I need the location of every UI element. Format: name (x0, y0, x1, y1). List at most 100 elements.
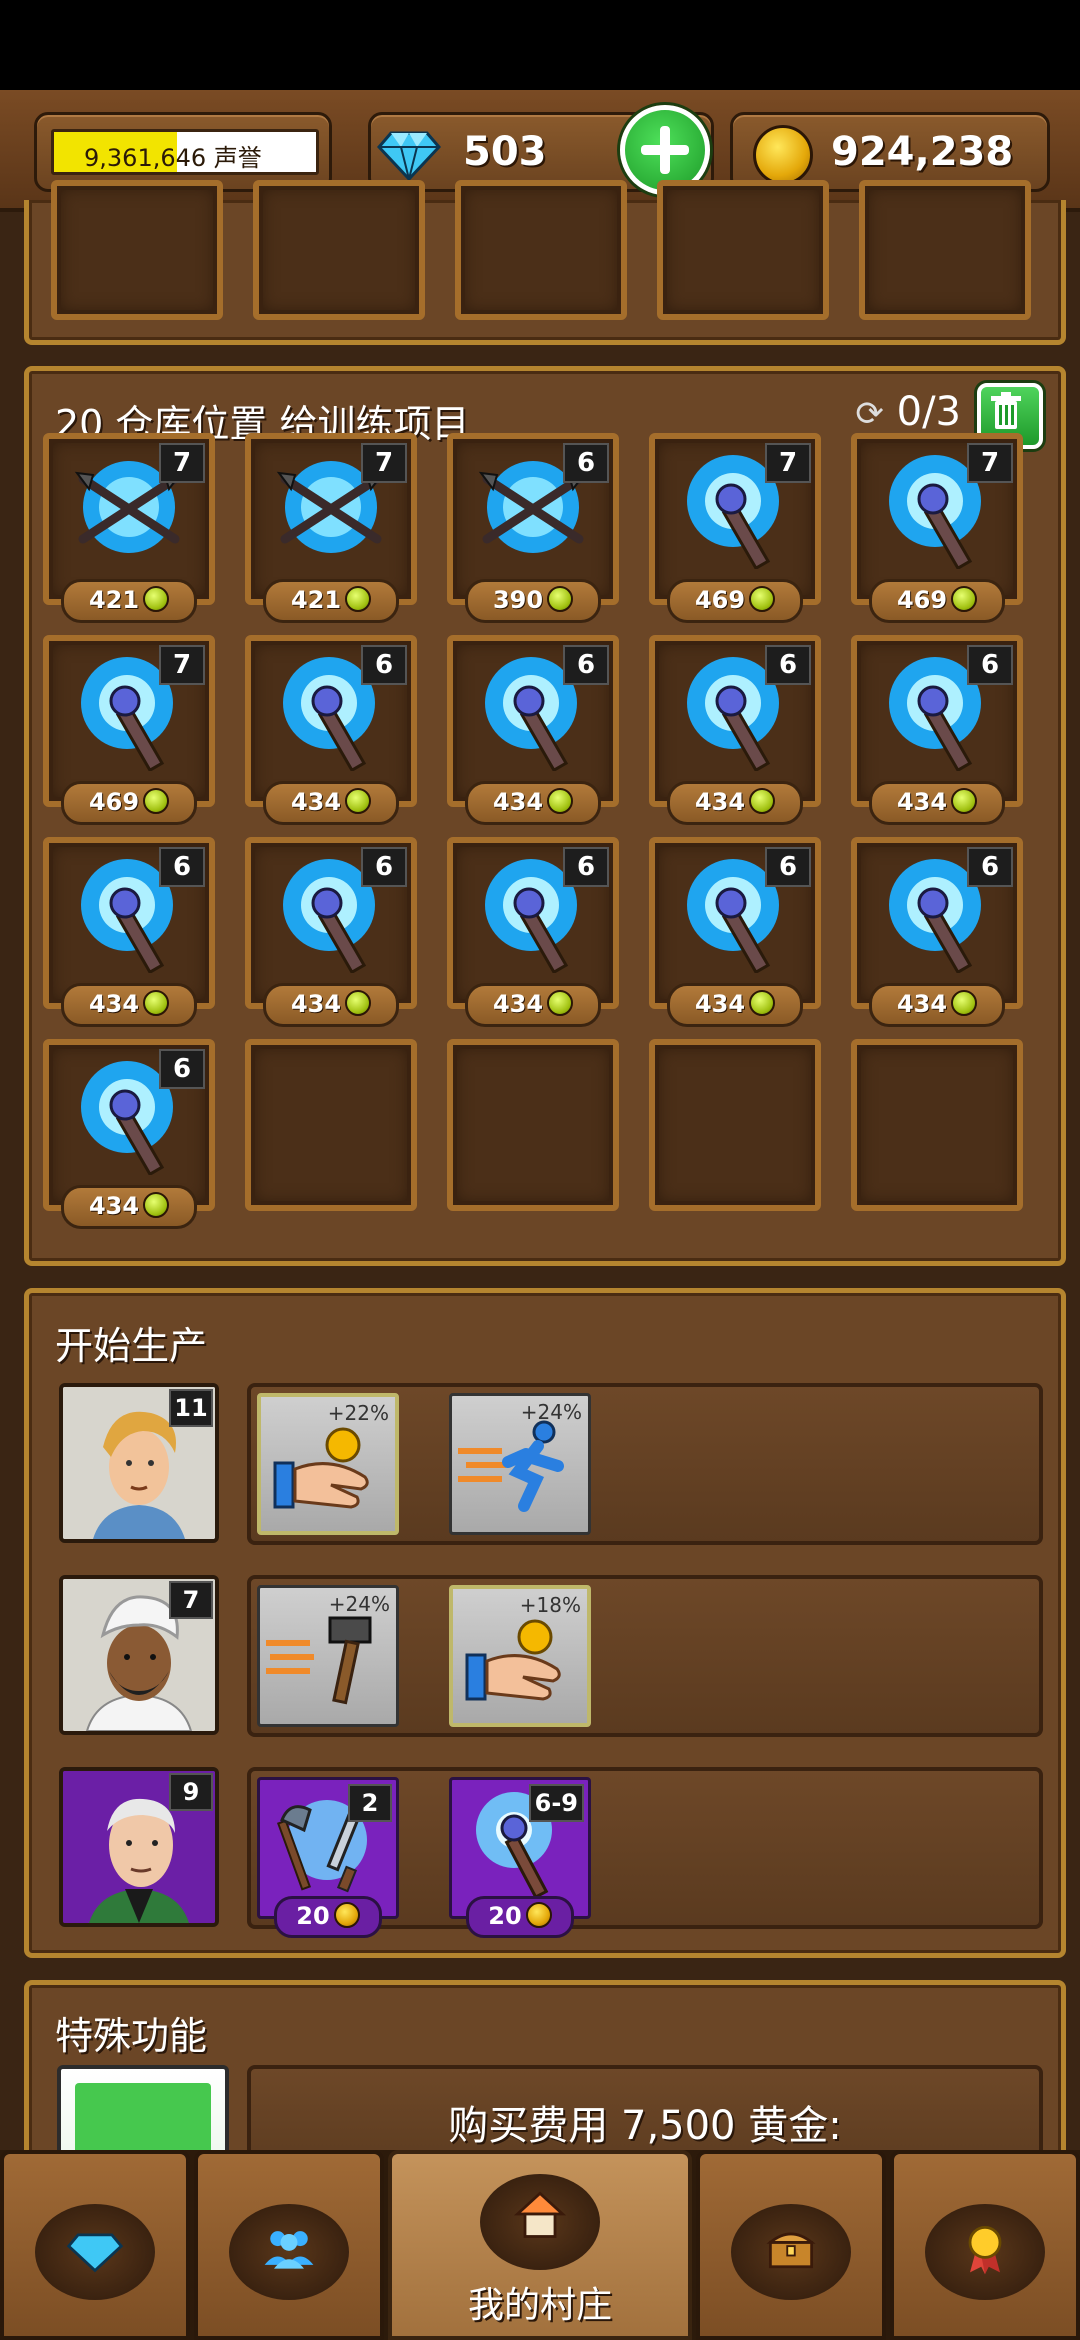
item-level: 7 (361, 443, 407, 483)
coin-icon (951, 586, 978, 612)
treasure-chest-icon (766, 2232, 816, 2269)
coin-icon (143, 586, 170, 612)
item-price-value: 421 (88, 586, 140, 614)
empty-slot[interactable] (859, 180, 1031, 320)
item-price: 434 (667, 781, 803, 825)
worker-level: 11 (169, 1389, 213, 1427)
coin-icon (547, 990, 574, 1016)
craft-magic-staff[interactable]: 6-9 20 (449, 1777, 591, 1938)
coin-icon (143, 990, 170, 1016)
empty-slot[interactable] (447, 1039, 619, 1211)
fame-progress-bar: 9,361,646 声誉 (51, 129, 319, 175)
nav-chest[interactable] (696, 2150, 886, 2340)
storage-item-magic-staff[interactable]: 6 434 (851, 837, 1023, 1027)
bottom-nav: 我的村庄 (0, 2150, 1080, 2340)
item-price-value: 434 (896, 990, 948, 1018)
empty-slot[interactable] (245, 1039, 417, 1211)
skill-coin-hand[interactable]: +18% (449, 1585, 591, 1727)
storage-item-magic-staff[interactable]: 6 434 (245, 635, 417, 825)
coin-icon (345, 586, 372, 612)
craft-axe-sword[interactable]: 2 20 (257, 1777, 399, 1938)
worker-skill-track: +22% +24% (247, 1383, 1043, 1545)
empty-slot[interactable] (51, 180, 223, 320)
gold-coin-icon (753, 125, 813, 185)
empty-slot[interactable] (253, 180, 425, 320)
item-price-value: 469 (896, 586, 948, 614)
item-level: 7 (159, 645, 205, 685)
storage-item-magic-staff[interactable]: 6 434 (447, 635, 619, 825)
worker-portrait-blond[interactable]: 11 (59, 1383, 219, 1543)
item-level: 6 (563, 847, 609, 887)
empty-slot[interactable] (649, 1039, 821, 1211)
skill-coin-hand[interactable]: +22% (257, 1393, 399, 1535)
item-level: 6 (361, 847, 407, 887)
storage-item-crossed-spears[interactable]: 6 390 (447, 433, 619, 623)
storage-item-magic-staff[interactable]: 6 434 (649, 837, 821, 1027)
status-bar-area (0, 0, 1080, 90)
skill-bonus: +24% (328, 1592, 390, 1616)
item-price: 434 (263, 983, 399, 1027)
item-price: 434 (61, 983, 197, 1027)
storage-item-magic-staff[interactable]: 7 469 (851, 433, 1023, 623)
empty-slot[interactable] (455, 180, 627, 320)
skill-speed[interactable]: +24% (449, 1393, 591, 1535)
gem-count: 503 (463, 129, 547, 175)
item-price: 434 (465, 983, 601, 1027)
storage-item-magic-staff[interactable]: 6 434 (447, 837, 619, 1027)
diamond-icon (377, 131, 441, 182)
people-icon (264, 2231, 314, 2269)
storage-item-magic-staff[interactable]: 6 434 (43, 1039, 215, 1229)
storage-item-crossed-spears[interactable]: 7 421 (245, 433, 417, 623)
craft-cost: 20 (274, 1896, 382, 1938)
worker-portrait-elder[interactable]: 9 (59, 1767, 219, 1927)
empty-slot[interactable] (851, 1039, 1023, 1211)
empty-slot[interactable] (657, 180, 829, 320)
nav-gems[interactable] (0, 2150, 190, 2340)
nav-achievements[interactable] (890, 2150, 1080, 2340)
diamond-icon (66, 2233, 124, 2273)
skill-hammer[interactable]: +24% (257, 1585, 399, 1727)
coin-icon (143, 788, 170, 814)
item-price: 434 (465, 781, 601, 825)
gold-coin-icon (525, 1902, 552, 1928)
house-icon (513, 2191, 567, 2238)
craft-level: 2 (348, 1784, 392, 1822)
top-slot-panel (24, 180, 1066, 345)
worker-portrait-turban[interactable]: 7 (59, 1575, 219, 1735)
item-price-value: 434 (694, 788, 746, 816)
refresh-counter[interactable]: ⟳ 0/3 (855, 389, 961, 435)
refresh-count: 0/3 (896, 389, 961, 435)
item-level: 6 (159, 1049, 205, 1089)
item-price: 434 (869, 983, 1005, 1027)
storage-item-magic-staff[interactable]: 6 434 (649, 635, 821, 825)
item-price-value: 390 (492, 586, 544, 614)
item-price: 434 (869, 781, 1005, 825)
item-level: 6 (563, 443, 609, 483)
craft-cost-value: 20 (488, 1902, 522, 1930)
storage-item-magic-staff[interactable]: 6 434 (43, 837, 215, 1027)
coin-icon (951, 990, 978, 1016)
storage-item-crossed-spears[interactable]: 7 421 (43, 433, 215, 623)
storage-item-magic-staff[interactable]: 7 469 (43, 635, 215, 825)
storage-item-magic-staff[interactable]: 7 469 (649, 433, 821, 623)
skill-bonus: +24% (520, 1400, 582, 1424)
item-level: 6 (563, 645, 609, 685)
worker-skill-track: +24% +18% (247, 1575, 1043, 1737)
craft-level: 6-9 (528, 1784, 584, 1822)
fame-value: 9,361,646 (84, 144, 207, 172)
item-price-value: 434 (694, 990, 746, 1018)
item-price: 469 (61, 781, 197, 825)
storage-item-magic-staff[interactable]: 6 434 (245, 837, 417, 1027)
coin-icon (345, 788, 372, 814)
item-level: 6 (361, 645, 407, 685)
storage-item-magic-staff[interactable]: 6 434 (851, 635, 1023, 825)
gold-coin-icon (333, 1902, 360, 1928)
trash-icon (991, 392, 1021, 429)
craft-cost-value: 20 (296, 1902, 330, 1930)
item-price-value: 434 (88, 1192, 140, 1220)
nav-village[interactable]: 我的村庄 (388, 2150, 692, 2340)
production-title: 开始生产 (55, 1324, 208, 1368)
skill-bonus: +18% (519, 1593, 581, 1617)
item-price: 421 (263, 579, 399, 623)
nav-people[interactable] (194, 2150, 384, 2340)
